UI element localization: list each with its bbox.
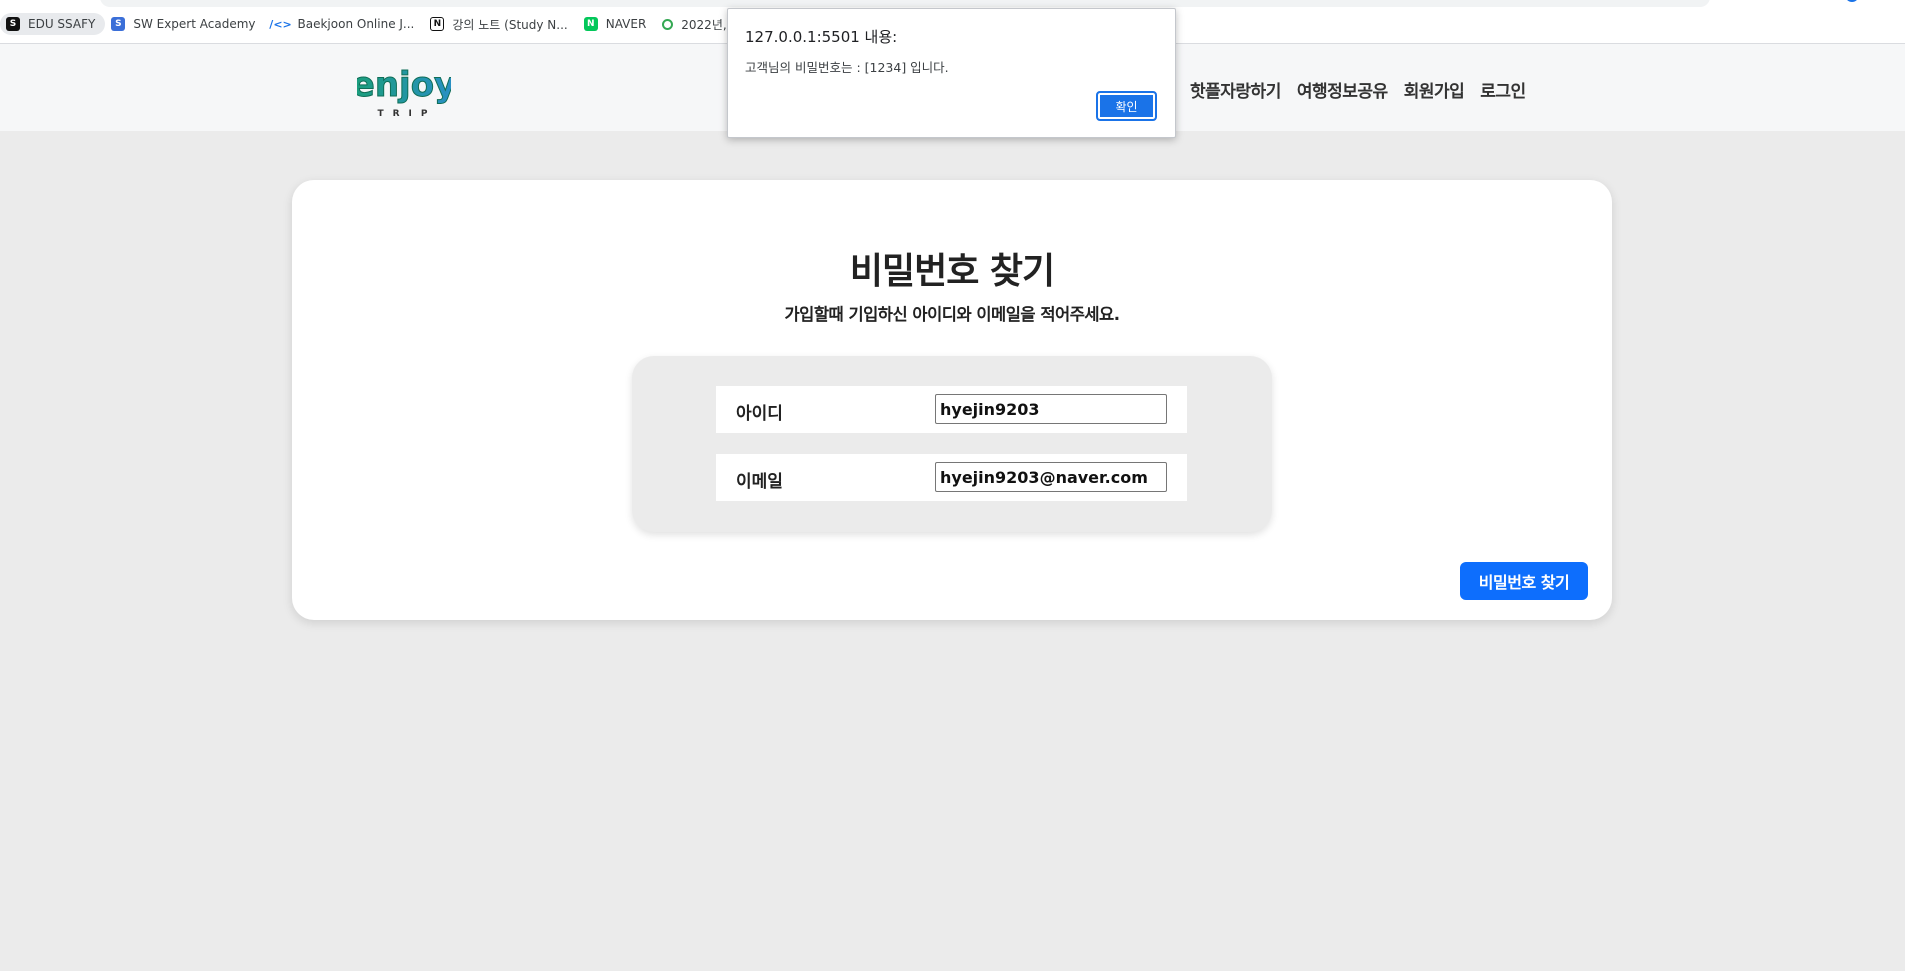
form-box: 아이디 이메일 — [632, 356, 1272, 532]
bookmarks-list: S EDU SSAFY S SW Expert Academy /<> Baek… — [0, 13, 763, 35]
alert-ok-button[interactable]: 확인 — [1096, 91, 1157, 121]
bookmark-label: 강의 노트 (Study N... — [452, 17, 568, 32]
nav-signup[interactable]: 회원가입 — [1404, 77, 1465, 102]
nav-hotplace[interactable]: 핫플자랑하기 — [1190, 77, 1281, 102]
alert-dialog: 127.0.0.1:5501 내용: 고객님의 비밀번호는 : [1234] 입… — [727, 8, 1176, 138]
page-subtitle: 가입할때 기입하신 아이디와 이메일을 적어주세요. — [784, 305, 1120, 324]
baekjoon-icon: /<> — [269, 17, 292, 31]
inflearn-icon — [662, 18, 674, 30]
find-password-card: 비밀번호 찾기 가입할때 기입하신 아이디와 이메일을 적어주세요. 아이디 이… — [292, 180, 1612, 620]
bookmark-study-notes[interactable]: N 강의 노트 (Study N... — [424, 13, 577, 35]
bookmark-baekjoon[interactable]: /<> Baekjoon Online J... — [266, 13, 425, 35]
notion-icon: N — [430, 17, 445, 31]
email-label: 이메일 — [736, 472, 783, 492]
id-row: 아이디 — [716, 386, 1187, 433]
address-bar[interactable] — [100, 0, 1710, 7]
id-label: 아이디 — [736, 404, 783, 424]
swea-icon: S — [111, 17, 126, 31]
alert-message: 고객님의 비밀번호는 : [1234] 입니다. — [745, 60, 949, 75]
find-password-button[interactable]: 비밀번호 찾기 — [1460, 562, 1588, 600]
bookmark-naver[interactable]: N NAVER — [578, 13, 657, 35]
logo-text: enjoy — [357, 65, 451, 105]
bookmark-label: Baekjoon Online J... — [297, 17, 415, 31]
bookmark-label: NAVER — [605, 17, 647, 31]
profile-icon[interactable] — [1845, 0, 1859, 2]
bookmark-label: SW Expert Academy — [133, 17, 256, 31]
alert-title: 127.0.0.1:5501 내용: — [745, 28, 898, 46]
logo-graphic: enjoy TRIP — [351, 65, 456, 120]
bookmark-edu-ssafy[interactable]: S EDU SSAFY — [0, 13, 106, 35]
main-nav: 핫플자랑하기 여행정보공유 회원가입 로그인 — [1190, 77, 1526, 102]
bookmark-sw-expert-academy[interactable]: S SW Expert Academy — [105, 13, 265, 35]
page-title: 비밀번호 찾기 — [849, 251, 1055, 292]
id-input[interactable] — [935, 394, 1167, 424]
email-input[interactable] — [935, 462, 1167, 492]
nav-travel-info[interactable]: 여행정보공유 — [1297, 77, 1388, 102]
bookmark-label: EDU SSAFY — [28, 17, 96, 31]
email-row: 이메일 — [716, 454, 1187, 501]
logo-subtext: TRIP — [377, 109, 436, 118]
enjoy-trip-logo[interactable]: enjoy TRIP — [351, 60, 456, 120]
nav-login[interactable]: 로그인 — [1480, 77, 1526, 102]
ssafy-icon: S — [6, 17, 20, 31]
naver-icon: N — [583, 17, 598, 31]
